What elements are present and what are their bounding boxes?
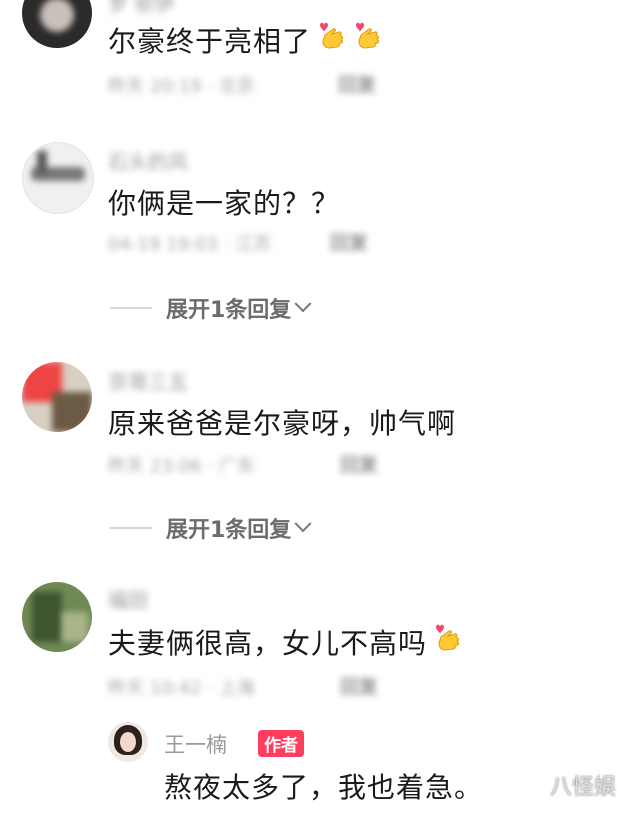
- avatar[interactable]: [22, 582, 92, 652]
- author-badge: 作者: [258, 730, 304, 757]
- avatar[interactable]: [22, 142, 94, 214]
- chevron-down-icon: [294, 295, 312, 313]
- comment-text-content: 夫妻俩很高，女儿不高吗: [108, 627, 428, 660]
- expand-replies-button[interactable]: 展开1条回复: [110, 293, 312, 323]
- heart-hands-emoji-icon: [435, 623, 463, 657]
- comment-text-content: 尔豪终于亮相了: [108, 25, 312, 58]
- author-avatar[interactable]: [108, 722, 148, 762]
- reply-button[interactable]: 回复: [340, 450, 378, 477]
- comment-username[interactable]: 京哥三五: [108, 366, 188, 395]
- expand-replies-button[interactable]: 展开1条回复: [110, 513, 312, 543]
- comment-username[interactable]: 福田: [108, 584, 148, 613]
- reply-button[interactable]: 回复: [330, 228, 368, 255]
- reply-button[interactable]: 回复: [340, 672, 378, 699]
- comment-time-location: 昨天 20:19 · 北京: [108, 76, 255, 97]
- comment-text: 你俩是一家的？？: [108, 187, 341, 220]
- comment-text: 原来爸爸是尔豪呀，帅气啊: [108, 407, 457, 440]
- comment-time-location: 04-19 19:03 · 江苏: [108, 234, 272, 255]
- heart-hands-emoji-icon: [355, 21, 383, 55]
- comment-username[interactable]: 石头的风: [108, 146, 188, 175]
- avatar[interactable]: [22, 0, 92, 48]
- chevron-down-icon: [294, 515, 312, 533]
- comment-time-location: 昨天 10:42 · 上海: [108, 678, 255, 699]
- divider: [110, 307, 152, 309]
- divider: [110, 527, 152, 529]
- comment-text: 尔豪终于亮相了: [108, 20, 383, 60]
- watermark: 八怪娱: [549, 775, 616, 800]
- heart-hands-emoji-icon: [319, 21, 347, 55]
- expand-replies-label: 展开1条回复: [166, 298, 292, 323]
- reply-button[interactable]: 回复: [338, 70, 376, 97]
- author-username[interactable]: 王一楠: [164, 729, 227, 759]
- expand-replies-label: 展开1条回复: [166, 518, 292, 543]
- comment-time-location: 昨天 23:06 · 广东: [108, 456, 255, 477]
- comment-text: 夫妻俩很高，女儿不高吗: [108, 622, 463, 662]
- avatar[interactable]: [22, 362, 92, 432]
- author-reply-text: 熬夜太多了，我也着急。: [164, 771, 484, 804]
- comment-username[interactable]: 罗 依伊: [108, 0, 174, 17]
